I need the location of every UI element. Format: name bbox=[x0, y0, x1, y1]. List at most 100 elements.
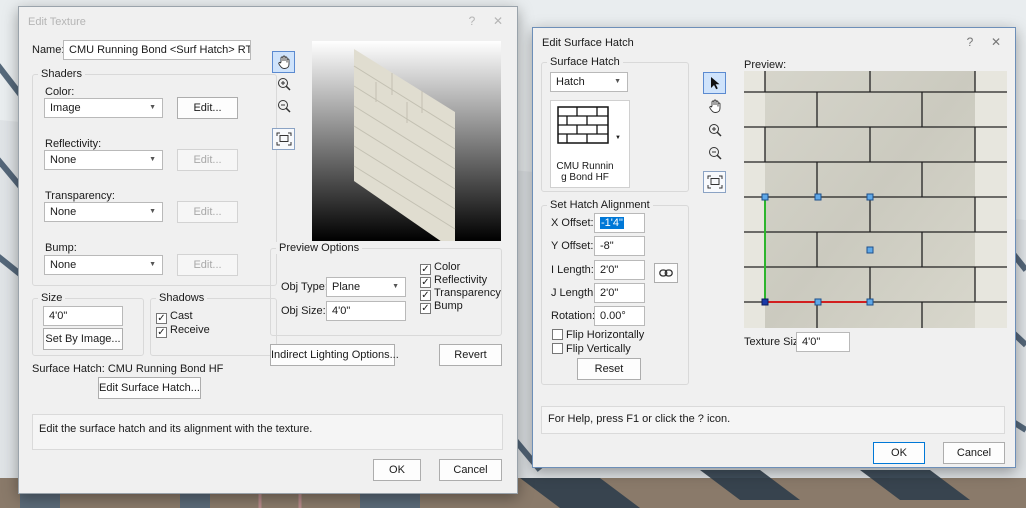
bump-select[interactable]: None ▼ bbox=[44, 255, 163, 275]
shaders-label: Shaders bbox=[38, 68, 85, 80]
set-alignment-label: Set Hatch Alignment bbox=[547, 199, 653, 211]
preview-color-checkbox[interactable]: ✓ Color bbox=[420, 261, 460, 275]
preview-label: Preview: bbox=[744, 59, 787, 71]
check-icon: ✓ bbox=[156, 327, 167, 338]
close-button[interactable]: ✕ bbox=[487, 13, 509, 29]
name-label: Name: bbox=[32, 44, 65, 56]
bump-label: Bump: bbox=[45, 242, 77, 254]
transparency-edit-button[interactable]: Edit... bbox=[177, 201, 238, 223]
zoom-in-tool[interactable] bbox=[272, 73, 295, 95]
size-input[interactable]: 4'0" bbox=[43, 306, 123, 326]
help-button[interactable]: ? bbox=[959, 34, 981, 50]
preview-options-label: Preview Options bbox=[276, 242, 363, 254]
chevron-down-icon: ▼ bbox=[614, 78, 621, 85]
surface-hatch-text: Surface Hatch: CMU Running Bond HF bbox=[32, 363, 224, 375]
x-offset-value: -1'4" bbox=[600, 217, 624, 229]
chevron-down-icon: ▼ bbox=[392, 283, 399, 290]
status-text: Edit the surface hatch and its alignment… bbox=[39, 423, 313, 435]
zoom-in-icon bbox=[277, 78, 291, 91]
lock-ratio-button[interactable] bbox=[654, 263, 678, 283]
transparency-select-value: None bbox=[50, 206, 77, 218]
j-length-input[interactable]: 2'0" bbox=[594, 283, 645, 303]
status-bar: For Help, press F1 or click the ? icon. bbox=[541, 406, 1005, 434]
reflectivity-label: Reflectivity: bbox=[45, 138, 102, 150]
i-length-label: I Length: bbox=[551, 264, 594, 276]
fit-view-tool[interactable] bbox=[272, 128, 295, 150]
ok-button[interactable]: OK bbox=[373, 459, 421, 481]
pan-hand-tool[interactable] bbox=[703, 95, 726, 117]
zoom-out-tool[interactable] bbox=[703, 142, 726, 164]
set-by-image-button[interactable]: Set By Image... bbox=[43, 328, 123, 350]
receive-checkbox[interactable]: ✓ Receive bbox=[156, 324, 210, 338]
texture-size-input[interactable]: 4'0" bbox=[796, 332, 850, 352]
zoom-out-icon bbox=[277, 100, 291, 113]
zoom-out-tool[interactable] bbox=[272, 95, 295, 117]
dialog-title: Edit Surface Hatch bbox=[542, 37, 634, 49]
color-select[interactable]: Image ▼ bbox=[44, 98, 163, 118]
reflectivity-select-value: None bbox=[50, 154, 77, 166]
obj-size-input[interactable]: 4'0" bbox=[326, 301, 406, 321]
edit-texture-dialog: Edit Texture ? ✕ Name: CMU Running Bond … bbox=[18, 6, 518, 494]
reflectivity-edit-button[interactable]: Edit... bbox=[177, 149, 238, 171]
cancel-button[interactable]: Cancel bbox=[943, 442, 1005, 464]
reflectivity-select[interactable]: None ▼ bbox=[44, 150, 163, 170]
transparency-select[interactable]: None ▼ bbox=[44, 202, 163, 222]
hatch-name: CMU Runnin g Bond HF bbox=[556, 161, 614, 183]
hatch-type-select[interactable]: Hatch ▼ bbox=[550, 72, 628, 92]
x-offset-label: X Offset: bbox=[551, 217, 594, 229]
rotation-input[interactable]: 0.00° bbox=[594, 306, 645, 326]
check-icon: ✓ bbox=[420, 303, 431, 314]
help-button[interactable]: ? bbox=[461, 13, 483, 29]
obj-type-label: Obj Type: bbox=[281, 281, 328, 293]
hatch-swatch[interactable]: ▼ CMU Runnin g Bond HF bbox=[550, 100, 630, 188]
reset-button[interactable]: Reset bbox=[577, 358, 641, 380]
zoom-out-icon bbox=[708, 147, 722, 160]
edit-surface-hatch-titlebar[interactable]: Edit Surface Hatch ? ✕ bbox=[533, 28, 1015, 56]
zoom-in-tool[interactable] bbox=[703, 119, 726, 141]
link-icon bbox=[659, 269, 673, 277]
name-input[interactable]: CMU Running Bond <Surf Hatch> RT bbox=[63, 40, 251, 60]
edit-texture-titlebar[interactable]: Edit Texture ? ✕ bbox=[19, 7, 517, 35]
y-offset-input[interactable]: -8" bbox=[594, 236, 645, 256]
hatch-preview[interactable] bbox=[744, 71, 1007, 328]
hand-icon bbox=[277, 55, 289, 69]
color-edit-button[interactable]: Edit... bbox=[177, 97, 238, 119]
preview-reflectivity-checkbox[interactable]: ✓ Reflectivity bbox=[420, 274, 487, 288]
x-offset-input[interactable]: -1'4" bbox=[594, 213, 645, 233]
flip-horizontally-checkbox[interactable]: Flip Horizontally bbox=[552, 329, 644, 341]
fit-view-icon bbox=[276, 132, 291, 146]
pan-hand-tool[interactable] bbox=[272, 51, 295, 73]
surface-hatch-label: Surface Hatch bbox=[547, 56, 623, 68]
obj-size-label: Obj Size: bbox=[281, 305, 326, 317]
check-icon: ✓ bbox=[156, 313, 167, 324]
chevron-down-icon: ▼ bbox=[149, 261, 156, 268]
j-length-label: J Length: bbox=[551, 287, 597, 299]
status-text: For Help, press F1 or click the ? icon. bbox=[548, 413, 731, 425]
close-button[interactable]: ✕ bbox=[985, 34, 1007, 50]
fit-view-icon bbox=[707, 175, 722, 189]
revert-button[interactable]: Revert bbox=[439, 344, 502, 366]
ok-button[interactable]: OK bbox=[873, 442, 925, 464]
preview-bump-checkbox[interactable]: ✓ Bump bbox=[420, 300, 463, 314]
preview-transparency-checkbox[interactable]: ✓ Transparency bbox=[420, 287, 501, 301]
color-label: Color: bbox=[45, 86, 75, 98]
dialog-title: Edit Texture bbox=[28, 16, 86, 28]
edit-surface-hatch-button[interactable]: Edit Surface Hatch... bbox=[98, 377, 201, 399]
texture-preview bbox=[312, 41, 501, 241]
bump-edit-button[interactable]: Edit... bbox=[177, 254, 238, 276]
indirect-lighting-button[interactable]: Indirect Lighting Options... bbox=[270, 344, 399, 366]
i-length-input[interactable]: 2'0" bbox=[594, 260, 645, 280]
hand-icon bbox=[708, 99, 720, 113]
flip-vertically-checkbox[interactable]: Flip Vertically bbox=[552, 343, 631, 355]
transparency-label: Transparency: bbox=[45, 190, 115, 202]
select-tool[interactable] bbox=[703, 72, 726, 94]
status-bar: Edit the surface hatch and its alignment… bbox=[32, 414, 503, 450]
fit-view-tool[interactable] bbox=[703, 171, 726, 193]
chevron-down-icon: ▼ bbox=[149, 208, 156, 215]
bump-select-value: None bbox=[50, 259, 77, 271]
cast-checkbox[interactable]: ✓ Cast bbox=[156, 310, 193, 324]
arrow-pointer-icon bbox=[710, 77, 719, 90]
cancel-button[interactable]: Cancel bbox=[439, 459, 502, 481]
obj-type-select[interactable]: Plane ▼ bbox=[326, 277, 406, 297]
y-offset-label: Y Offset: bbox=[551, 240, 594, 252]
